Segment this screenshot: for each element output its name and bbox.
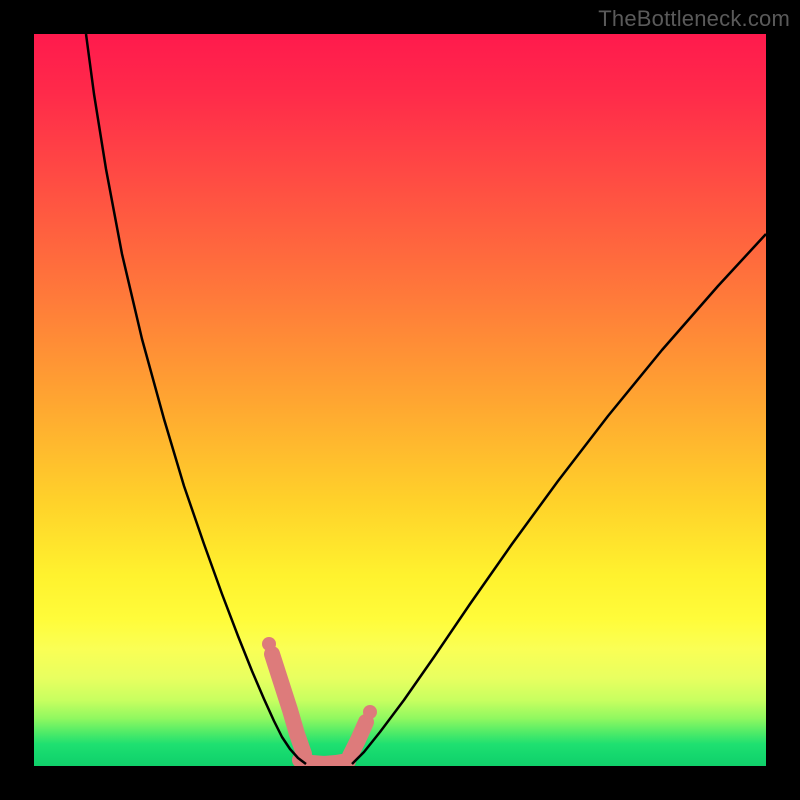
marker-dot-top-right xyxy=(363,705,377,719)
right-curve xyxy=(352,234,766,764)
curve-overlay xyxy=(34,34,766,766)
chart-frame: TheBottleneck.com xyxy=(0,0,800,800)
watermark-text: TheBottleneck.com xyxy=(598,6,790,32)
marker-blob-left xyxy=(272,654,304,754)
plot-area xyxy=(34,34,766,766)
marker-blob-bottom xyxy=(300,760,348,764)
marker-dot-top-left xyxy=(262,637,276,651)
